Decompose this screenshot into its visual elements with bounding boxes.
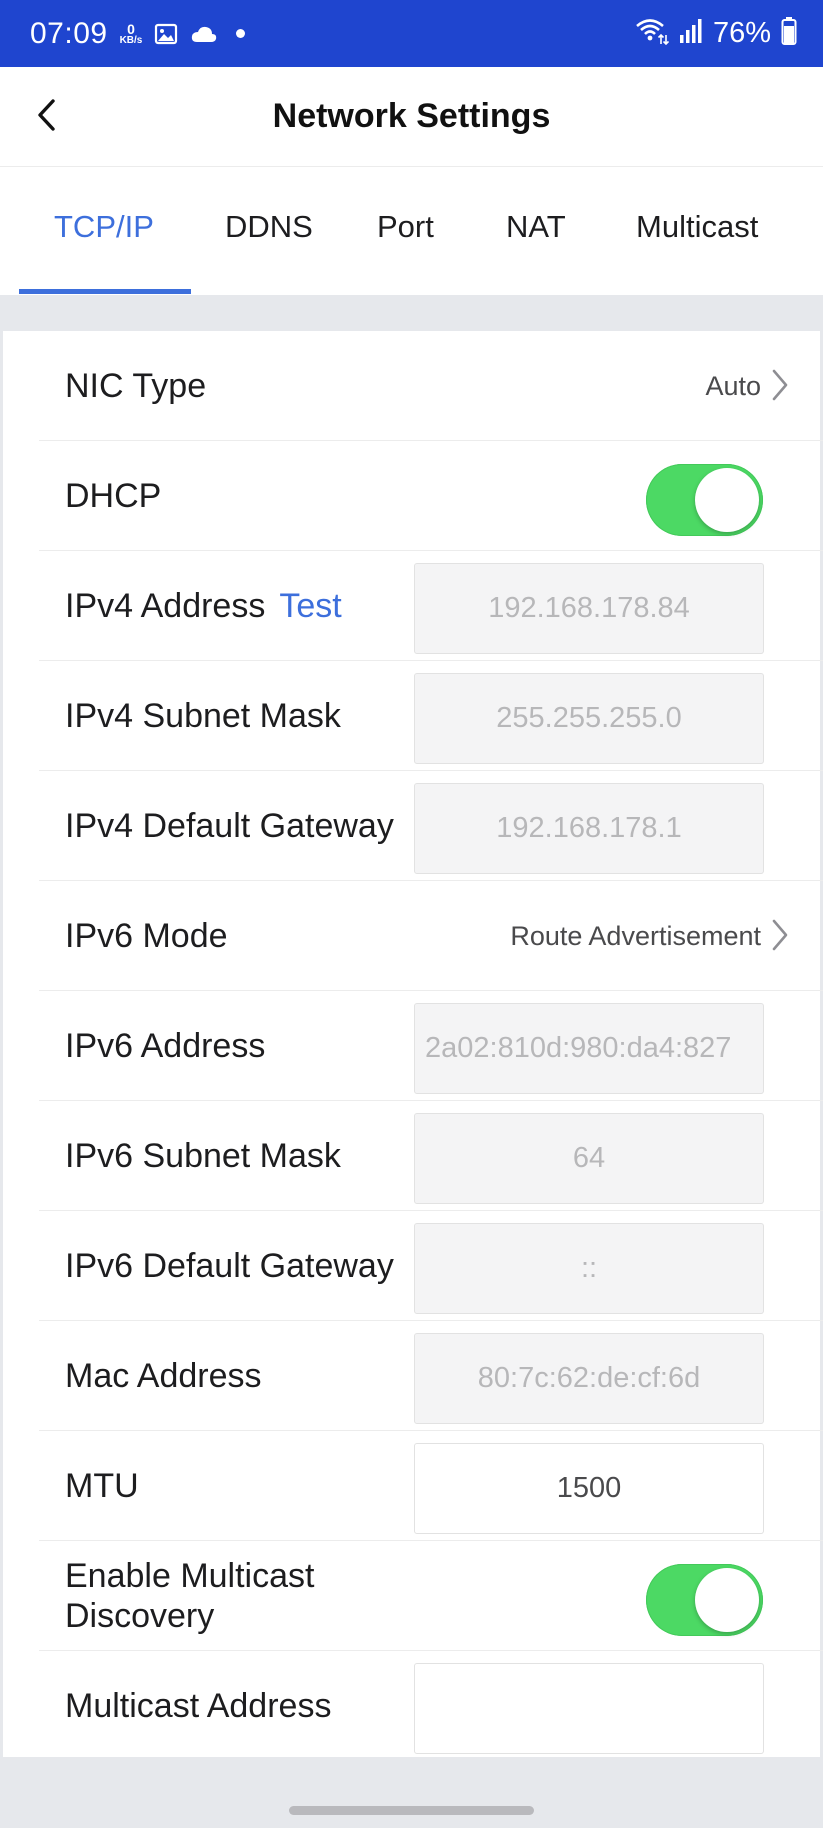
- ipv4-subnet-mask-label: IPv4 Subnet Mask: [65, 696, 341, 735]
- network-speed-unit: KB/s: [119, 34, 143, 46]
- network-speed-value: 0: [127, 20, 135, 37]
- ipv6-mode-row[interactable]: IPv6 Mode Route Advertisement: [39, 881, 823, 991]
- multicast-discovery-label: Enable Multicast Discovery: [65, 1557, 315, 1635]
- multicast-discovery-toggle[interactable]: [646, 1564, 763, 1636]
- home-indicator[interactable]: [289, 1806, 534, 1815]
- multicast-address-row: Multicast Address: [39, 1651, 823, 1761]
- ipv6-mode-value: Route Advertisement: [510, 920, 761, 951]
- battery-percentage: 76%: [712, 17, 771, 49]
- ipv6-default-gateway-field: ::: [414, 1223, 764, 1314]
- mac-address-label: Mac Address: [65, 1356, 262, 1395]
- mtu-label: MTU: [65, 1466, 139, 1505]
- dhcp-label: DHCP: [65, 476, 162, 515]
- network-speed: 0 KB/s: [120, 22, 143, 46]
- ipv6-default-gateway-label: IPv6 Default Gateway: [65, 1246, 394, 1285]
- dhcp-toggle[interactable]: [646, 464, 763, 536]
- ipv4-default-gateway-row: IPv4 Default Gateway 192.168.178.1: [39, 771, 823, 881]
- status-time: 07:09: [30, 16, 108, 50]
- multicast-discovery-row: Enable Multicast Discovery: [39, 1541, 823, 1651]
- nic-type-label: NIC Type: [65, 366, 207, 405]
- toggle-knob: [695, 468, 759, 532]
- tcp-ip-settings-list: NIC Type Auto DHCP IPv4 Address Test 192…: [3, 331, 823, 1757]
- ipv4-address-field: 192.168.178.84: [414, 563, 764, 654]
- dhcp-row: DHCP: [39, 441, 823, 551]
- mtu-row: MTU 1500: [39, 1431, 823, 1541]
- app-header: Network Settings: [0, 67, 823, 167]
- active-tab-indicator: [19, 289, 191, 294]
- ipv4-subnet-mask-field: 255.255.255.0: [414, 673, 764, 764]
- cloud-icon: [190, 24, 218, 44]
- ipv4-default-gateway-label: IPv4 Default Gateway: [65, 806, 394, 845]
- ipv6-mode-label: IPv6 Mode: [65, 916, 228, 955]
- tab-nat[interactable]: NAT: [506, 209, 566, 245]
- ipv6-subnet-mask-label: IPv6 Subnet Mask: [65, 1136, 341, 1175]
- ipv6-default-gateway-row: IPv6 Default Gateway ::: [39, 1211, 823, 1321]
- multicast-address-input[interactable]: [414, 1663, 764, 1754]
- battery-icon: [781, 17, 797, 50]
- notification-dot-icon: [236, 29, 246, 38]
- ipv6-subnet-mask-field: 64: [414, 1113, 764, 1204]
- multicast-address-label: Multicast Address: [65, 1686, 332, 1725]
- mtu-input[interactable]: 1500: [414, 1443, 764, 1534]
- page-title: Network Settings: [272, 97, 551, 135]
- chevron-right-icon: [772, 919, 788, 951]
- nic-type-row[interactable]: NIC Type Auto: [39, 331, 823, 441]
- chevron-right-icon: [772, 369, 788, 401]
- ipv6-subnet-mask-row: IPv6 Subnet Mask 64: [39, 1101, 823, 1211]
- ipv4-default-gateway-field: 192.168.178.1: [414, 783, 764, 874]
- gallery-icon: [154, 22, 178, 46]
- ipv4-address-row: IPv4 Address Test 192.168.178.84: [39, 551, 823, 661]
- ipv4-address-label: IPv4 Address: [65, 586, 266, 625]
- tab-port[interactable]: Port: [377, 209, 434, 245]
- ipv6-address-row: IPv6 Address 2a02:810d:980:da4:827: [39, 991, 823, 1101]
- status-bar: 07:09 0 KB/s 76%: [0, 0, 823, 67]
- tab-multicast[interactable]: Multicast: [636, 209, 758, 245]
- tab-bar: TCP/IP DDNS Port NAT Multicast: [0, 167, 823, 295]
- toggle-knob: [695, 1568, 759, 1632]
- signal-icon: [679, 18, 703, 49]
- mac-address-field: 80:7c:62:de:cf:6d: [414, 1333, 764, 1424]
- ipv4-subnet-mask-row: IPv4 Subnet Mask 255.255.255.0: [39, 661, 823, 771]
- tab-ddns[interactable]: DDNS: [225, 209, 313, 245]
- nic-type-value: Auto: [705, 370, 761, 401]
- ipv6-address-label: IPv6 Address: [65, 1026, 266, 1065]
- wifi-icon: [635, 17, 670, 50]
- mac-address-row: Mac Address 80:7c:62:de:cf:6d: [39, 1321, 823, 1431]
- ipv4-test-link[interactable]: Test: [279, 587, 341, 626]
- ipv6-address-field: 2a02:810d:980:da4:827: [414, 1003, 764, 1094]
- tab-tcp-ip[interactable]: TCP/IP: [54, 209, 154, 245]
